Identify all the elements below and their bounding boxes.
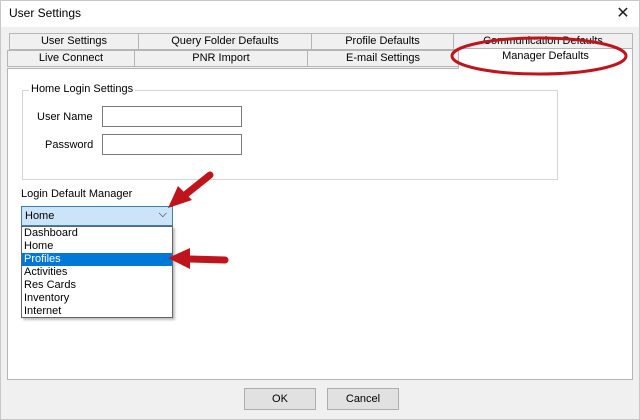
option-activities[interactable]: Activities — [22, 266, 172, 279]
tab-manager-defaults[interactable]: Manager Defaults — [458, 48, 633, 69]
ok-button[interactable]: OK — [244, 388, 316, 410]
option-internet[interactable]: Internet — [22, 305, 172, 318]
login-default-manager-label: Login Default Manager — [21, 188, 133, 200]
title-bar: User Settings ✕ — [1, 1, 639, 27]
cancel-button[interactable]: Cancel — [327, 388, 399, 410]
tab-query-folder-defaults[interactable]: Query Folder Defaults — [138, 33, 312, 50]
username-label: User Name — [37, 111, 93, 123]
tab-pnr-import[interactable]: PNR Import — [134, 50, 308, 67]
home-login-settings-title: Home Login Settings — [29, 83, 136, 95]
option-dashboard[interactable]: Dashboard — [22, 227, 172, 240]
login-default-manager-select[interactable]: Home ⌵ — [21, 206, 173, 226]
option-home[interactable]: Home — [22, 240, 172, 253]
password-field[interactable] — [102, 134, 242, 155]
option-inventory[interactable]: Inventory — [22, 292, 172, 305]
option-res-cards[interactable]: Res Cards — [22, 279, 172, 292]
password-label: Password — [45, 139, 94, 151]
selected-value: Home — [25, 210, 55, 222]
manager-defaults-panel: Home Login Settings User Name Password L… — [7, 68, 633, 380]
chevron-down-icon[interactable]: ⌵ — [159, 208, 167, 221]
user-settings-dialog: User Settings ✕ User Settings Query Fold… — [0, 0, 640, 420]
window-title: User Settings — [9, 6, 82, 20]
manager-options-list: Dashboard Home Profiles Activities Res C… — [21, 226, 173, 318]
home-login-settings-group: Home Login Settings User Name Password — [22, 83, 558, 180]
tab-live-connect[interactable]: Live Connect — [7, 50, 135, 67]
tab-profile-defaults[interactable]: Profile Defaults — [311, 33, 454, 50]
option-profiles[interactable]: Profiles — [22, 253, 172, 266]
close-icon[interactable]: ✕ — [613, 4, 633, 24]
username-field[interactable] — [102, 106, 242, 127]
tab-user-settings[interactable]: User Settings — [9, 33, 139, 50]
tab-email-settings[interactable]: E-mail Settings — [307, 50, 459, 67]
